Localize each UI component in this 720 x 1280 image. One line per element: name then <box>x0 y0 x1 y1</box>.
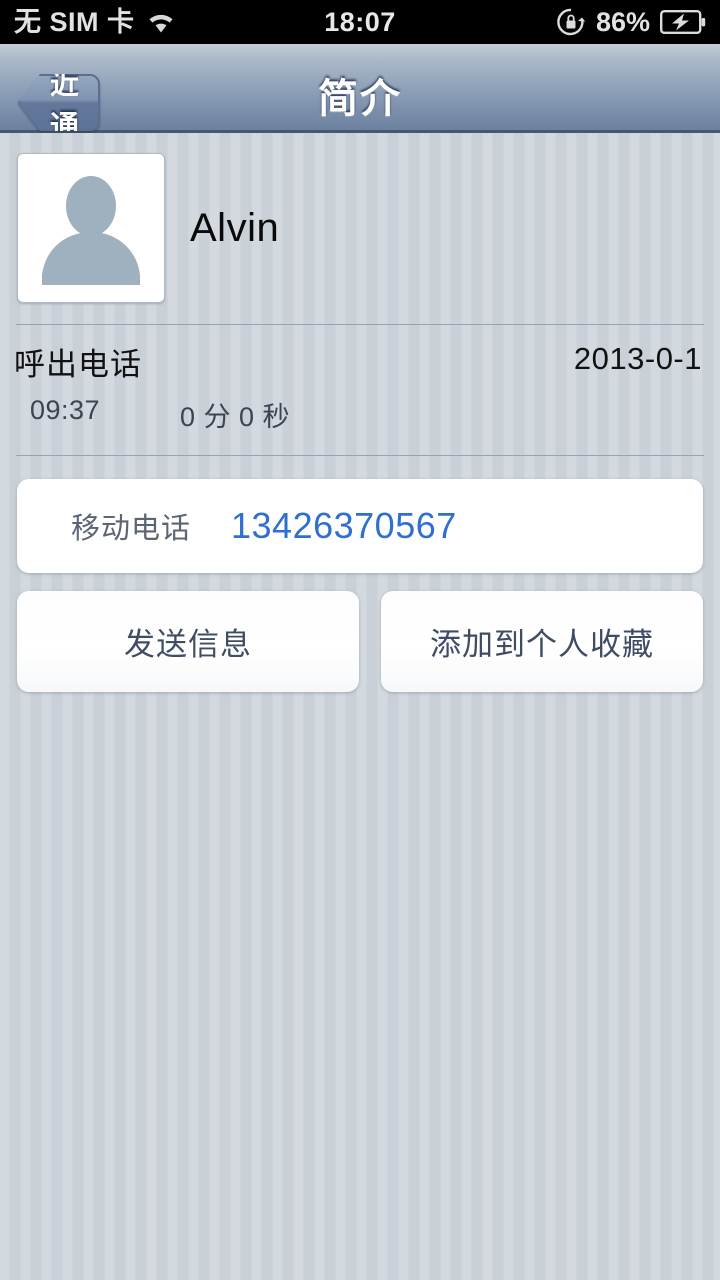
add-favorite-label: 添加到个人收藏 <box>430 627 654 662</box>
add-favorite-button[interactable]: 添加到个人收藏 <box>381 591 703 692</box>
profile-header: Alvin <box>0 153 720 311</box>
call-duration-label: 0 分 0 秒 <box>180 402 291 432</box>
person-placeholder-icon <box>18 154 164 302</box>
send-message-label: 发送信息 <box>124 627 252 662</box>
wifi-icon <box>145 10 177 34</box>
phone-number-row[interactable]: 移动电话 13426370567 <box>17 479 703 573</box>
divider-top <box>16 324 704 325</box>
content-area: Alvin 呼出电话 2013-0-1 09:37 0 分 0 秒 移动电话 1… <box>0 133 720 1280</box>
battery-percent-label: 86% <box>595 6 650 37</box>
status-bar-left: 无 SIM 卡 <box>14 6 556 37</box>
phone-screen: 无 SIM 卡 18:07 86% 近通 简介 Alvin 呼出电话 2013-… <box>0 0 720 1280</box>
carrier-label: 无 SIM 卡 <box>14 6 135 37</box>
call-type-label: 呼出电话 <box>14 347 142 382</box>
status-bar: 无 SIM 卡 18:07 86% <box>0 0 720 44</box>
phone-number-value[interactable]: 13426370567 <box>231 505 457 547</box>
send-message-button[interactable]: 发送信息 <box>17 591 359 692</box>
rotation-lock-icon <box>556 7 586 37</box>
call-time-label: 09:37 <box>30 395 101 425</box>
contact-name: Alvin <box>190 206 280 250</box>
divider-bottom <box>16 455 704 456</box>
call-date-label: 2013-0-1 <box>573 341 702 376</box>
navigation-bar: 最近通话 简介 <box>0 44 720 133</box>
phone-type-label: 移动电话 <box>71 513 192 545</box>
battery-charging-icon <box>660 9 706 35</box>
avatar[interactable] <box>17 153 165 303</box>
page-title: 简介 <box>318 77 402 121</box>
status-bar-right: 86% <box>556 7 706 38</box>
